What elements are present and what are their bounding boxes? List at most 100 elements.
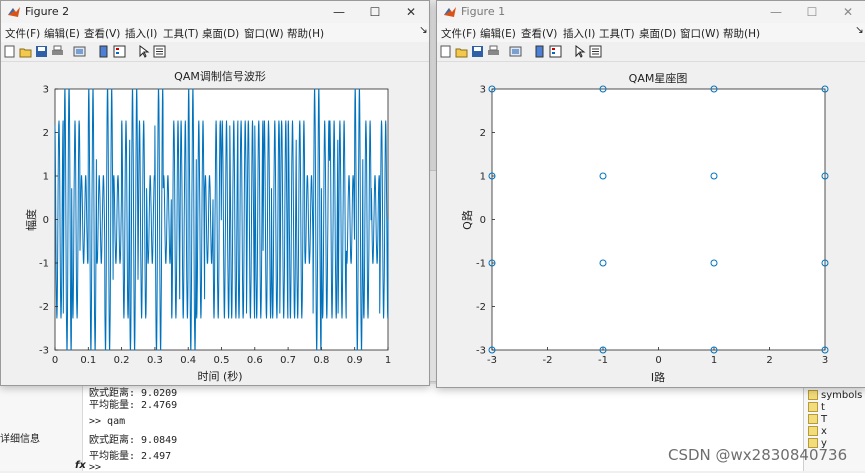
save-icon[interactable]: [35, 45, 48, 58]
y-tick-label: -1: [39, 259, 49, 270]
figure1-titlebar[interactable]: Figure 1 — ☐ ✕: [437, 1, 865, 23]
x-tick-label: -1: [598, 355, 608, 366]
y-tick-label: -2: [39, 302, 49, 313]
menubar-arrow-icon[interactable]: ↘: [855, 24, 864, 36]
menu-tools[interactable]: 工具(T): [163, 26, 199, 41]
menu-help[interactable]: 帮助(H): [287, 26, 324, 41]
workspace-item[interactable]: T: [808, 414, 827, 425]
x-tick-label: 0.7: [280, 355, 296, 366]
qam-constellation-chart[interactable]: QAM星座图 -3 -2 -1 0 1 2 3 -3 -2 -1 0 1 2 3 I路 Q路: [437, 62, 865, 387]
link-plot-icon[interactable]: [73, 45, 86, 58]
save-icon[interactable]: [471, 45, 484, 58]
menu-tools[interactable]: 工具(T): [599, 26, 635, 41]
variable-icon: [808, 402, 818, 412]
menu-desktop[interactable]: 桌面(D): [639, 26, 676, 41]
open-file-icon[interactable]: [455, 45, 468, 58]
y-tick-label: 1: [480, 172, 486, 183]
y-tick-label: -3: [39, 346, 49, 357]
figure2-titlebar[interactable]: Figure 2 — ☐ ✕: [1, 1, 429, 23]
fx-icon[interactable]: fx: [75, 460, 86, 471]
maximize-icon[interactable]: ☐: [794, 1, 830, 23]
matlab-logo-icon: [8, 7, 20, 17]
maximize-icon[interactable]: ☐: [357, 1, 393, 23]
y-axis-label: 幅度: [24, 209, 38, 231]
x-tick-label: 0.5: [214, 355, 230, 366]
y-tick-label: -3: [476, 346, 486, 357]
x-tick-label: 0.8: [313, 355, 329, 366]
print-icon[interactable]: [487, 45, 500, 58]
menu-file[interactable]: 文件(F): [5, 26, 40, 41]
x-tick-label: 0.1: [80, 355, 96, 366]
figure1-toolbar: [437, 42, 865, 62]
x-tick-label: 2: [766, 355, 772, 366]
close-icon[interactable]: ✕: [393, 1, 429, 23]
pointer-icon[interactable]: [573, 45, 586, 58]
x-tick-label: -2: [543, 355, 553, 366]
menu-edit[interactable]: 编辑(E): [44, 26, 80, 41]
x-tick-label: 0: [655, 355, 661, 366]
command-history-line: >> qam: [89, 416, 126, 427]
menubar-arrow-icon[interactable]: ↘: [419, 24, 428, 36]
menu-insert[interactable]: 插入(I): [125, 26, 157, 41]
link-plot-icon[interactable]: [509, 45, 522, 58]
figure2-toolbar: [1, 42, 429, 62]
legend-icon[interactable]: [113, 45, 126, 58]
close-icon[interactable]: ✕: [830, 1, 865, 23]
x-tick-label: 1: [385, 355, 391, 366]
y-tick-label: 2: [480, 128, 486, 139]
workspace-item[interactable]: x: [808, 426, 827, 437]
x-tick-label: -3: [487, 355, 497, 366]
open-file-icon[interactable]: [19, 45, 32, 58]
current-folder-panel: 详细信息: [0, 384, 83, 471]
property-editor-icon[interactable]: [589, 45, 602, 58]
menu-view[interactable]: 查看(V): [84, 26, 120, 41]
figure1-window[interactable]: Figure 1 — ☐ ✕ 文件(F) 编辑(E) 查看(V) 插入(I) 工…: [436, 0, 865, 388]
menu-window[interactable]: 窗口(W): [244, 26, 284, 41]
figure2-menubar: 文件(F) 编辑(E) 查看(V) 插入(I) 工具(T) 桌面(D) 窗口(W…: [1, 23, 429, 42]
y-tick-label: 1: [43, 172, 49, 183]
figure2-window[interactable]: Figure 2 — ☐ ✕ 文件(F) 编辑(E) 查看(V) 插入(I) 工…: [0, 0, 430, 386]
x-tick-label: 0.9: [347, 355, 363, 366]
figure1-title: Figure 1: [461, 5, 506, 18]
y-tick-label: 3: [480, 85, 486, 96]
pointer-icon[interactable]: [137, 45, 150, 58]
qam-waveform-chart[interactable]: QAM调制信号波形 0 0.1 0.2 0.3 0.4 0.5 0.6 0.7 0.8 0.9 1 -…: [1, 62, 429, 385]
x-axis-label: 时间 (秒): [197, 369, 242, 383]
menu-view[interactable]: 查看(V): [521, 26, 557, 41]
colorbar-icon[interactable]: [533, 45, 546, 58]
new-figure-icon[interactable]: [3, 45, 16, 58]
x-tick-label: 0.6: [247, 355, 263, 366]
new-figure-icon[interactable]: [439, 45, 452, 58]
workspace-item[interactable]: t: [808, 402, 825, 413]
menu-desktop[interactable]: 桌面(D): [202, 26, 239, 41]
details-label: 详细信息: [0, 434, 40, 445]
figure2-title: Figure 2: [25, 5, 70, 18]
figure2-canvas: QAM调制信号波形 0 0.1 0.2 0.3 0.4 0.5 0.6 0.7 0.8 0.9 1 -…: [1, 62, 429, 385]
command-prompt[interactable]: >>: [89, 462, 101, 473]
command-output-line: 平均能量: 2.497: [89, 451, 172, 462]
x-tick-label: 0: [52, 355, 58, 366]
x-tick-label: 0.4: [180, 355, 196, 366]
matlab-logo-icon: [444, 7, 456, 17]
watermark: CSDN @wx2830840736: [668, 446, 848, 464]
x-tick-label: 1: [711, 355, 717, 366]
chart-title: QAM星座图: [629, 71, 688, 85]
menu-file[interactable]: 文件(F): [441, 26, 476, 41]
variable-icon: [808, 426, 818, 436]
minimize-icon[interactable]: —: [321, 1, 357, 23]
colorbar-icon[interactable]: [97, 45, 110, 58]
minimize-icon[interactable]: —: [758, 1, 794, 23]
menu-insert[interactable]: 插入(I): [563, 26, 595, 41]
print-icon[interactable]: [51, 45, 64, 58]
menu-help[interactable]: 帮助(H): [723, 26, 760, 41]
legend-icon[interactable]: [549, 45, 562, 58]
menu-edit[interactable]: 编辑(E): [480, 26, 516, 41]
workspace-item[interactable]: symbols: [808, 390, 862, 401]
y-tick-label: 3: [43, 85, 49, 96]
y-axis-label: Q路: [461, 210, 474, 230]
menu-window[interactable]: 窗口(W): [680, 26, 720, 41]
command-output-line: 欧式距离: 9.0849: [89, 435, 178, 446]
property-editor-icon[interactable]: [153, 45, 166, 58]
command-output-line: 平均能量: 2.4769: [89, 400, 178, 411]
x-axis-label: I路: [651, 371, 665, 384]
